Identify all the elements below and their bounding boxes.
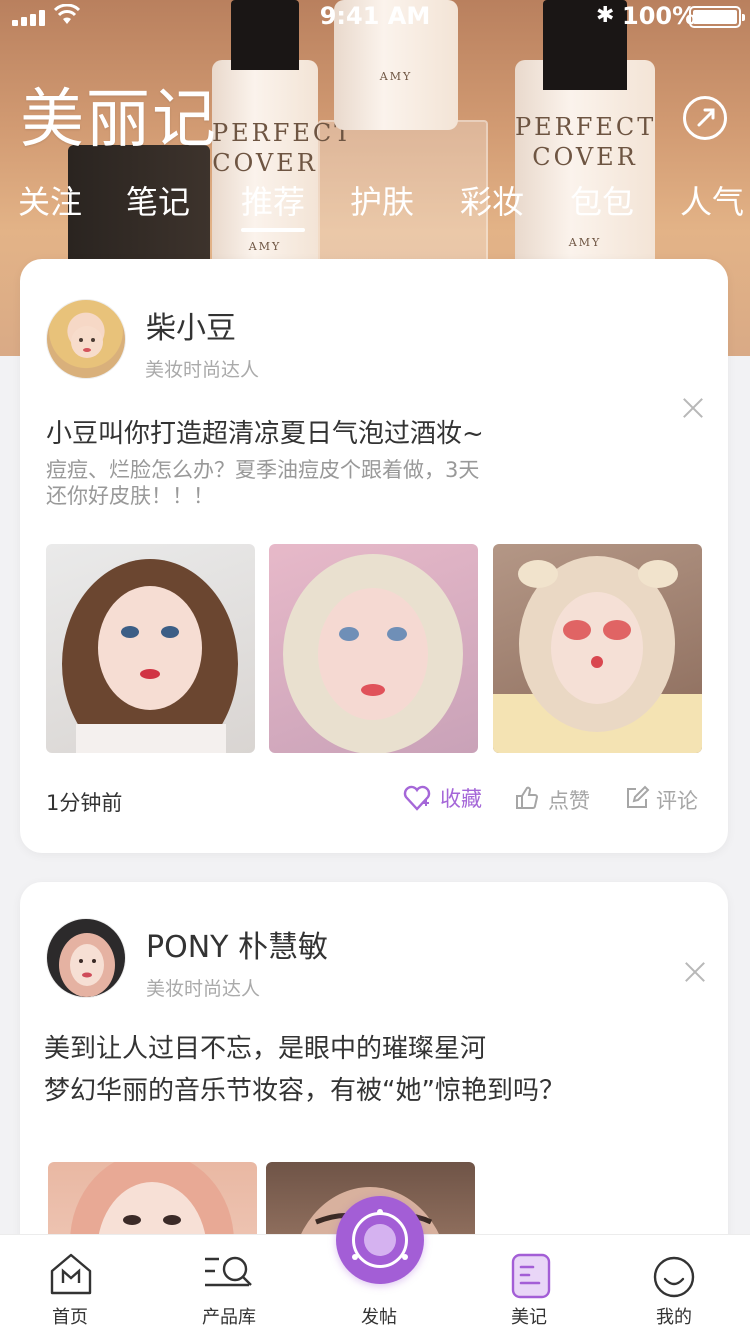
battery-percent: 100% xyxy=(622,2,697,30)
nav-products[interactable]: 产品库 xyxy=(169,1235,289,1334)
post-icon[interactable] xyxy=(336,1196,424,1284)
profile-icon xyxy=(653,1256,695,1298)
nav-home[interactable]: 首页 xyxy=(10,1235,130,1334)
banner-small-text: AMY xyxy=(248,240,282,253)
post-line-2[interactable]: 梦幻华丽的音乐节妆容，有被“她”惊艳到吗？ xyxy=(44,1070,565,1107)
home-icon xyxy=(50,1253,92,1295)
tab-follow[interactable]: 关注 xyxy=(18,180,82,224)
nav-post-label: 发帖 xyxy=(361,1307,397,1328)
author-name[interactable]: 柴小豆 xyxy=(146,303,236,347)
tab-bags[interactable]: 包包 xyxy=(570,180,634,224)
author-name[interactable]: PONY 朴慧敏 xyxy=(146,922,328,966)
nav-profile[interactable]: 我的 xyxy=(614,1235,734,1334)
post-title[interactable]: 小豆叫你打造超清凉夏日气泡过酒妆~ xyxy=(46,413,484,450)
post-time: 1分钟前 xyxy=(46,791,123,815)
tab-notes[interactable]: 笔记 xyxy=(126,180,190,224)
edit-icon xyxy=(627,785,650,808)
post-line-1[interactable]: 美到让人过目不忘，是眼中的璀璨星河 xyxy=(44,1028,486,1065)
tab-recommend[interactable]: 推荐 xyxy=(241,180,306,232)
like-label: 点赞 xyxy=(548,789,590,813)
avatar[interactable] xyxy=(46,918,126,998)
banner-small-text-2: AMY xyxy=(379,70,413,83)
battery-icon xyxy=(689,6,745,28)
product-search-icon xyxy=(205,1256,252,1287)
close-icon[interactable] xyxy=(682,397,704,419)
notes-icon xyxy=(511,1253,551,1299)
favorite-button[interactable]: 收藏 xyxy=(402,783,482,813)
favorite-label: 收藏 xyxy=(440,787,482,811)
close-icon[interactable] xyxy=(684,961,706,983)
page-title: 美丽记 xyxy=(20,83,218,157)
tab-makeup[interactable]: 彩妆 xyxy=(460,180,524,224)
comment-label: 评论 xyxy=(656,789,698,813)
post-desc-line-1: 痘痘、烂脸怎么办？夏季油痘皮个跟着做，3天 xyxy=(46,458,480,482)
author-tag: 美妆时尚达人 xyxy=(146,978,261,1000)
like-button[interactable]: 点赞 xyxy=(514,785,594,815)
bluetooth-icon: ✱ xyxy=(596,3,615,28)
nav-profile-label: 我的 xyxy=(656,1307,692,1328)
nav-products-label: 产品库 xyxy=(202,1307,256,1328)
banner-small-text-3: AMY xyxy=(568,236,602,249)
avatar[interactable] xyxy=(46,299,126,379)
banner-brand-text: PERFECT COVER xyxy=(212,119,354,177)
refresh-icon[interactable] xyxy=(683,96,727,140)
thumbs-up-icon xyxy=(516,786,539,809)
tab-popular[interactable]: 人气 xyxy=(680,180,744,224)
post-desc-line-2: 还你好皮肤！！！ xyxy=(46,484,214,508)
heart-icon xyxy=(403,785,431,811)
post-photo[interactable] xyxy=(46,544,255,753)
post-photo[interactable] xyxy=(269,544,478,753)
nav-notes-label: 美记 xyxy=(511,1307,547,1328)
post-photo[interactable] xyxy=(493,544,702,753)
nav-home-label: 首页 xyxy=(52,1307,88,1328)
author-tag: 美妆时尚达人 xyxy=(145,359,260,381)
comment-button[interactable]: 评论 xyxy=(624,785,704,815)
nav-notes[interactable]: 美记 xyxy=(469,1235,589,1334)
feed-card[interactable]: 柴小豆 美妆时尚达人 小豆叫你打造超清凉夏日气泡过酒妆~ 痘痘、烂脸怎么办？夏季… xyxy=(20,259,728,853)
status-bar: 9:41 AM ✱ 100% xyxy=(0,0,750,40)
tab-skincare[interactable]: 护肤 xyxy=(350,180,414,224)
category-tabs: 关注 笔记 推荐 护肤 彩妆 包包 人气 xyxy=(0,180,750,232)
banner-brand-text-2: PERFECT COVER xyxy=(515,113,657,171)
